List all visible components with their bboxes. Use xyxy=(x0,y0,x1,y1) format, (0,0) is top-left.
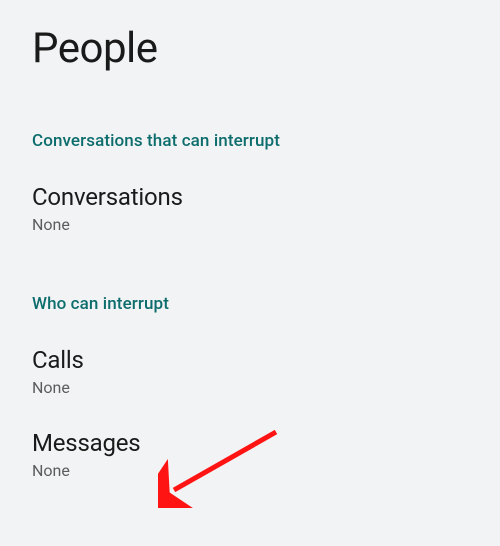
setting-item-messages[interactable]: Messages None xyxy=(0,405,500,488)
setting-item-conversations[interactable]: Conversations None xyxy=(0,159,500,242)
setting-value-messages: None xyxy=(32,461,468,480)
setting-title-calls: Calls xyxy=(32,346,468,374)
section-header-conversations: Conversations that can interrupt xyxy=(0,83,500,159)
setting-value-calls: None xyxy=(32,378,468,397)
setting-item-calls[interactable]: Calls None xyxy=(0,322,500,405)
setting-title-conversations: Conversations xyxy=(32,183,468,211)
section-header-who-interrupt: Who can interrupt xyxy=(0,242,500,322)
setting-value-conversations: None xyxy=(32,215,468,234)
page-title: People xyxy=(0,0,500,83)
setting-title-messages: Messages xyxy=(32,429,468,457)
